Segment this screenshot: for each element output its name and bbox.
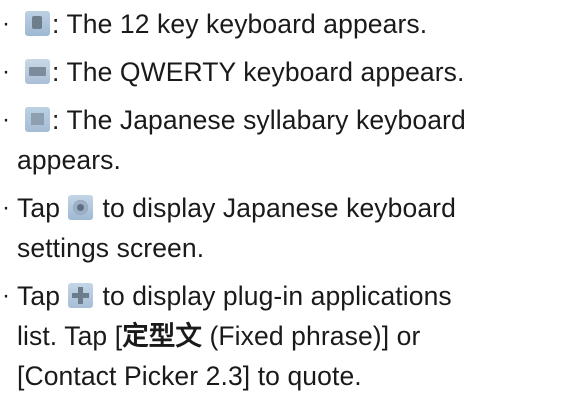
item-text-line2: list. Tap [定型文 (Fixed phrase)] or (17, 316, 585, 356)
item-text-line2-pre: list. Tap [ (17, 321, 123, 351)
item-text-line2: settings screen. (17, 233, 205, 263)
list-item: · : The QWERTY keyboard appears. (0, 52, 585, 92)
japanese-syllabary-keyboard-icon (25, 107, 50, 132)
bullet: · (2, 58, 11, 85)
list-item: · Tap to display Japanese keyboard setti… (0, 188, 585, 268)
item-text: to display Japanese keyboard (102, 193, 456, 223)
list-item: · Tap to display plug-in applications li… (0, 276, 585, 396)
bullet: · (2, 282, 11, 309)
item-prefix: Tap (17, 281, 61, 311)
item-text: : The Japanese syllabary keyboard (52, 105, 466, 135)
bullet: · (2, 106, 11, 133)
item-prefix: Tap (17, 193, 61, 223)
item-text-line2-post: (Fixed phrase)] or (202, 321, 421, 351)
list-item: · : The Japanese syllabary keyboard appe… (0, 100, 585, 180)
list-item: · : The 12 key keyboard appears. (0, 4, 585, 44)
plug-in-icon (68, 283, 94, 308)
settings-icon (68, 195, 94, 220)
bullet: · (2, 10, 11, 37)
bullet: · (2, 194, 11, 221)
bullet-list: · : The 12 key keyboard appears. · : The… (0, 4, 585, 396)
qwerty-keyboard-icon (25, 59, 50, 84)
item-text: : The 12 key keyboard appears. (52, 9, 428, 39)
item-text: to display plug-in applications (102, 281, 452, 311)
item-text-line3: [Contact Picker 2.3] to quote. (17, 361, 362, 391)
item-text: : The QWERTY keyboard appears. (52, 57, 465, 87)
12-key-keyboard-icon (25, 11, 50, 36)
fixed-phrase-jp: 定型文 (122, 321, 202, 351)
item-text-line2: appears. (17, 145, 121, 175)
page: · : The 12 key keyboard appears. · : The… (0, 0, 585, 392)
